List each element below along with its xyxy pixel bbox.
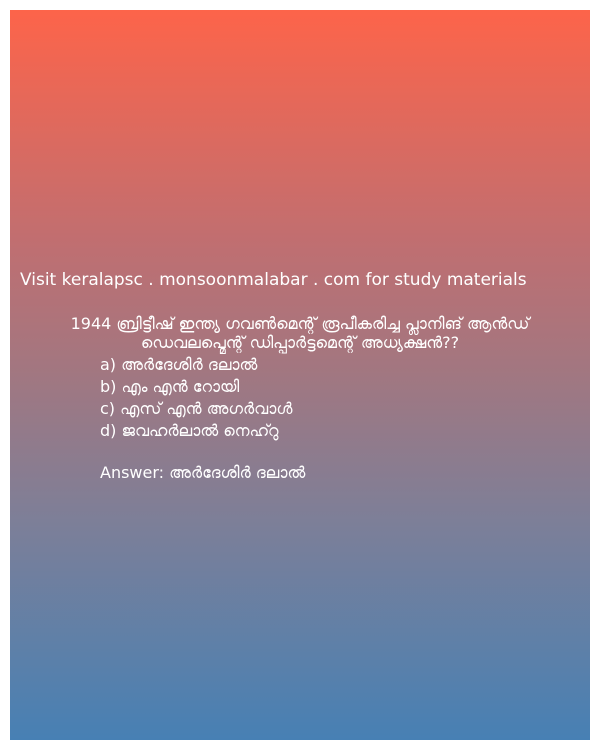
option-d: d) ജവഹർലാൽ നെഹ്റു xyxy=(100,421,279,440)
options-list: a) അർദേശിർ ദലാൽ b) എം എൻ റോയി c) എസ് എൻ … xyxy=(100,354,570,442)
quiz-card: Visit keralapsc . monsoonmalabar . com f… xyxy=(10,10,590,740)
answer-text: Answer: അർദേശിർ ദലാൽ xyxy=(100,463,306,482)
question-text: 1944 ബ്രിട്ടീഷ് ഇന്ത്യ ഗവൺമെന്റ് രൂപീകരി… xyxy=(70,314,530,352)
visit-banner-text: Visit keralapsc . monsoonmalabar . com f… xyxy=(20,270,527,290)
option-a: a) അർദേശിർ ദലാൽ xyxy=(100,355,258,374)
option-b: b) എം എൻ റോയി xyxy=(100,377,240,396)
option-c: c) എസ് എൻ അഗർവാൾ xyxy=(100,399,293,418)
